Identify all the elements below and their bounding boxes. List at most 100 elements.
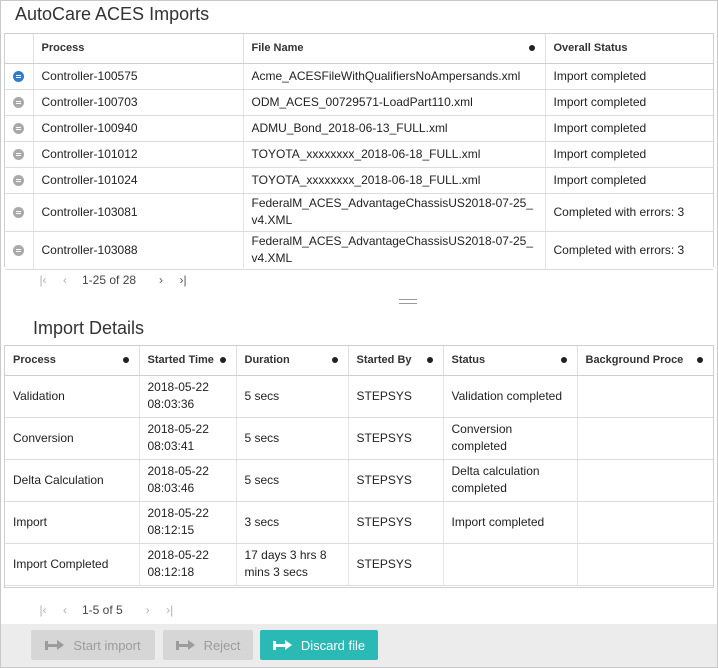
pager-range: 1-5 of 5	[82, 603, 123, 617]
overall-status-cell: Import completed	[545, 63, 713, 90]
overall-status-cell: Import completed	[545, 141, 713, 168]
duration-cell: 5 secs	[236, 375, 349, 418]
started-time-cell: 2018-05-22 08:12:18	[139, 543, 237, 586]
process-cell: Controller-101012	[33, 141, 244, 168]
table-row[interactable]: Controller-103088 FederalM_ACES_Advantage…	[5, 231, 713, 270]
row-status-icon[interactable]	[13, 148, 25, 160]
process-cell: Controller-103081	[33, 193, 244, 232]
column-menu-icon[interactable]	[122, 357, 129, 363]
background-process-cell	[577, 417, 713, 460]
next-page-icon[interactable]: ›	[150, 273, 172, 287]
file-name-cell: Acme_ACESFileWithQualifiersNoAmpersands.…	[243, 63, 546, 90]
file-name-cell: ADMU_Bond_2018-06-13_FULL.xml	[243, 115, 546, 142]
row-status-icon[interactable]	[13, 244, 25, 256]
details-table: Process Started Time Duration Started By…	[5, 346, 713, 586]
table-row[interactable]: Controller-101012 TOYOTA_xxxxxxxx_2018-06…	[5, 141, 713, 168]
column-menu-icon[interactable]	[697, 357, 703, 363]
process-cell: Controller-101024	[33, 167, 244, 194]
last-page-icon[interactable]: ›|	[159, 603, 181, 617]
table-row[interactable]: Controller-103081 FederalM_ACES_Advantage…	[5, 193, 713, 232]
background-process-cell	[577, 459, 713, 502]
next-page-icon[interactable]: ›	[137, 603, 159, 617]
started-time-cell: 2018-05-22 08:03:46	[139, 459, 237, 502]
column-header-background-process[interactable]: Background Proce	[577, 346, 713, 376]
table-row[interactable]: Delta Calculation 2018-05-22 08:03:46 5 se…	[5, 459, 713, 502]
process-cell: Controller-100940	[33, 115, 244, 142]
column-header-started-by[interactable]: Started By	[348, 346, 444, 376]
overall-status-cell: Import completed	[545, 167, 713, 194]
process-cell: Import Completed	[5, 543, 140, 586]
column-menu-icon[interactable]	[528, 45, 535, 51]
process-cell: Controller-100575	[33, 63, 244, 90]
row-select-cell[interactable]	[5, 193, 34, 232]
row-status-icon[interactable]	[13, 206, 25, 218]
prev-page-icon[interactable]: ‹	[54, 603, 76, 617]
row-status-icon[interactable]	[13, 70, 25, 82]
table-row[interactable]: Controller-100703 ODM_ACES_00729571-LoadP…	[5, 89, 713, 116]
first-page-icon[interactable]: |‹	[32, 273, 54, 287]
column-menu-icon[interactable]	[426, 357, 433, 363]
background-process-cell	[577, 375, 713, 418]
imports-table-container: Process File Name Overall Status Control…	[4, 33, 714, 270]
column-menu-icon[interactable]	[219, 357, 226, 363]
column-menu-icon[interactable]	[560, 357, 567, 363]
column-header-status[interactable]: Status	[443, 346, 578, 376]
started-time-cell: 2018-05-22 08:03:36	[139, 375, 237, 418]
column-header-file-name[interactable]: File Name	[243, 34, 546, 64]
table-row[interactable]: Conversion 2018-05-22 08:03:41 5 secs STEPS…	[5, 417, 713, 460]
file-name-cell: TOYOTA_xxxxxxxx_2018-06-18_FULL.xml	[243, 141, 546, 168]
import-arrow-icon	[45, 639, 65, 651]
details-pager: |‹ ‹ 1-5 of 5 › ›|	[32, 603, 181, 617]
column-menu-icon[interactable]	[331, 357, 338, 363]
row-select-cell[interactable]	[5, 63, 34, 90]
row-select-cell[interactable]	[5, 141, 34, 168]
row-status-icon[interactable]	[13, 174, 25, 186]
table-row[interactable]: Validation 2018-05-22 08:03:36 5 secs STEPS…	[5, 375, 713, 418]
table-row[interactable]: Controller-100940 ADMU_Bond_2018-06-13_FU…	[5, 115, 713, 142]
table-row[interactable]: Controller-100575 Acme_ACESFileWithQualif…	[5, 63, 713, 90]
file-name-cell: FederalM_ACES_AdvantageChassisUS2018-07-…	[243, 193, 546, 232]
row-status-icon[interactable]	[13, 96, 25, 108]
discard-file-button[interactable]: Discard file	[260, 630, 378, 660]
column-header-overall-status[interactable]: Overall Status	[545, 34, 713, 64]
prev-page-icon[interactable]: ‹	[54, 273, 76, 287]
action-bar: Start import Reject Discard file	[1, 624, 717, 667]
discard-arrow-icon	[272, 639, 293, 651]
file-name-cell: ODM_ACES_00729571-LoadPart110.xml	[243, 89, 546, 116]
last-page-icon[interactable]: ›|	[172, 273, 194, 287]
reject-button[interactable]: Reject	[163, 630, 253, 660]
panel-splitter-handle[interactable]	[399, 299, 417, 304]
row-select-cell[interactable]	[5, 167, 34, 194]
process-cell: Import	[5, 501, 140, 544]
first-page-icon[interactable]: |‹	[32, 603, 54, 617]
overall-status-cell: Completed with errors: 3	[545, 231, 713, 270]
status-cell: Conversion completed	[443, 417, 578, 460]
reject-arrow-icon	[175, 639, 196, 651]
row-status-icon[interactable]	[13, 122, 25, 134]
duration-cell: 3 secs	[236, 501, 349, 544]
table-row[interactable]: Import 2018-05-22 08:12:15 3 secs STEPSYS Im…	[5, 501, 713, 544]
table-row[interactable]: Import Completed 2018-05-22 08:12:18 17 da…	[5, 543, 713, 586]
started-by-cell: STEPSYS	[348, 543, 444, 586]
overall-status-cell: Import completed	[545, 89, 713, 116]
started-by-cell: STEPSYS	[348, 459, 444, 502]
column-header-process[interactable]: Process	[5, 346, 140, 376]
start-import-button[interactable]: Start import	[31, 630, 155, 660]
column-header-process[interactable]: Process	[33, 34, 244, 64]
status-cell: Delta calculation completed	[443, 459, 578, 502]
section-title: Import Details	[33, 318, 145, 338]
imports-pager: |‹ ‹ 1-25 of 28 › ›|	[32, 273, 194, 287]
file-name-cell: TOYOTA_xxxxxxxx_2018-06-18_FULL.xml	[243, 167, 546, 194]
column-header-started-time[interactable]: Started Time	[139, 346, 237, 376]
process-cell: Conversion	[5, 417, 140, 460]
select-column-header	[5, 34, 34, 64]
row-select-cell[interactable]	[5, 89, 34, 116]
column-header-duration[interactable]: Duration	[236, 346, 349, 376]
row-select-cell[interactable]	[5, 115, 34, 142]
process-cell: Controller-100703	[33, 89, 244, 116]
row-select-cell[interactable]	[5, 231, 34, 270]
pager-range: 1-25 of 28	[82, 273, 137, 287]
overall-status-cell: Completed with errors: 3	[545, 193, 713, 232]
table-row[interactable]: Controller-101024 TOYOTA_xxxxxxxx_2018-06…	[5, 167, 713, 194]
file-name-cell: FederalM_ACES_AdvantageChassisUS2018-07-…	[243, 231, 546, 270]
